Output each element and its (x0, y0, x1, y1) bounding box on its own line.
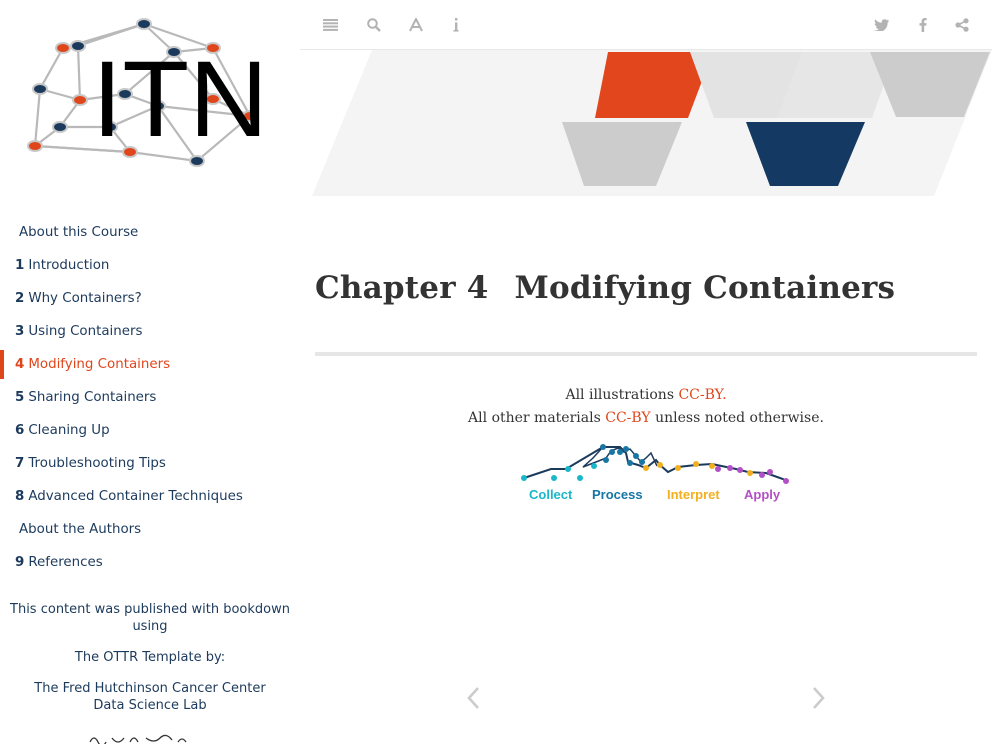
share-icon[interactable] (952, 15, 972, 35)
next-page-chevron-icon[interactable] (806, 682, 830, 714)
label-collect: Collect (529, 487, 573, 502)
toc-item-number: 8 (15, 489, 25, 504)
toc-item-label: Cleaning Up (28, 423, 110, 438)
toc-item-label: Introduction (28, 258, 110, 273)
license-text: All illustrations (565, 387, 679, 403)
toc-item-label: References (28, 555, 103, 570)
license-text: unless noted otherwise. (650, 410, 824, 426)
ottr-workflow-graphic: Collect Process Interpret Apply (521, 444, 789, 502)
toc-item-using-containers[interactable]: 3 Using Containers (0, 315, 300, 348)
info-icon[interactable] (446, 15, 466, 35)
chapter-number: Chapter 4 (315, 270, 489, 306)
cc-by-link[interactable]: CC-BY (605, 410, 650, 426)
toc-item-number: 6 (15, 423, 25, 438)
ottr-note[interactable]: The OTTR Template by: (0, 649, 300, 666)
table-of-contents: About this Course 1 Introduction 2 Why Con… (0, 216, 300, 579)
logo-text: ITN (92, 38, 268, 159)
toolbar (300, 0, 992, 50)
chapter-banner (312, 50, 992, 196)
label-process: Process (592, 487, 643, 502)
toc-item-label: Modifying Containers (28, 357, 171, 372)
cc-by-link[interactable]: CC-BY. (678, 387, 726, 403)
toc-item-number: 2 (15, 291, 25, 306)
toc-item-sharing-containers[interactable]: 5 Sharing Containers (0, 381, 300, 414)
itn-logo: ITN (27, 18, 268, 167)
toc-item-number: 4 (15, 357, 25, 372)
toc-item-about[interactable]: About this Course (0, 216, 300, 249)
toc-item-label: About this Course (19, 225, 139, 240)
toc-item-number: 9 (15, 555, 25, 570)
workflow-dots (521, 444, 789, 484)
sidebar: ITN About this Course 1 Introduction 2 Why… (0, 0, 300, 744)
toc-item-cleaning-up[interactable]: 6 Cleaning Up (0, 414, 300, 447)
label-apply: Apply (744, 487, 781, 502)
toc-item-number: 7 (15, 456, 25, 471)
toc-item-label: Why Containers? (28, 291, 142, 306)
toc-item-label: Troubleshooting Tips (28, 456, 166, 471)
page-title: Chapter 4 Modifying Containers (315, 270, 895, 306)
toc-item-label: About the Authors (19, 522, 142, 537)
toc-item-label: Advanced Container Techniques (28, 489, 243, 504)
lab-logo (89, 734, 187, 744)
license-line-1: All illustrations CC-BY. (315, 387, 977, 403)
toc-item-number: 5 (15, 390, 25, 405)
toc-toggle-icon[interactable] (320, 15, 340, 35)
toc-item-number: 1 (15, 258, 25, 273)
toc-item-advanced[interactable]: 8 Advanced Container Techniques (0, 480, 300, 513)
chapter-title-text: Modifying Containers (514, 270, 896, 306)
toc-item-introduction[interactable]: 1 Introduction (0, 249, 300, 282)
toc-item-why-containers[interactable]: 2 Why Containers? (0, 282, 300, 315)
toc-item-number: 3 (15, 324, 25, 339)
toc-item-label: Sharing Containers (28, 390, 157, 405)
title-divider (315, 352, 977, 356)
facebook-icon[interactable] (913, 15, 933, 35)
license-text: All other materials (468, 410, 606, 426)
twitter-icon[interactable] (871, 15, 891, 35)
bookdown-note[interactable]: This content was published with bookdown… (0, 601, 300, 635)
fhcc-note[interactable]: The Fred Hutchinson Cancer Center Data S… (0, 680, 300, 714)
toc-item-label: Using Containers (28, 324, 143, 339)
search-icon[interactable] (364, 15, 384, 35)
toc-item-modifying-containers[interactable]: 4 Modifying Containers (0, 348, 300, 381)
toc-item-references[interactable]: 9 References (0, 546, 300, 579)
previous-page-chevron-icon[interactable] (462, 682, 486, 714)
label-interpret: Interpret (667, 487, 720, 502)
license-line-2: All other materials CC-BY unless noted o… (315, 410, 977, 426)
font-settings-icon[interactable] (406, 15, 426, 35)
toc-item-authors[interactable]: About the Authors (0, 513, 300, 546)
toc-item-troubleshooting[interactable]: 7 Troubleshooting Tips (0, 447, 300, 480)
